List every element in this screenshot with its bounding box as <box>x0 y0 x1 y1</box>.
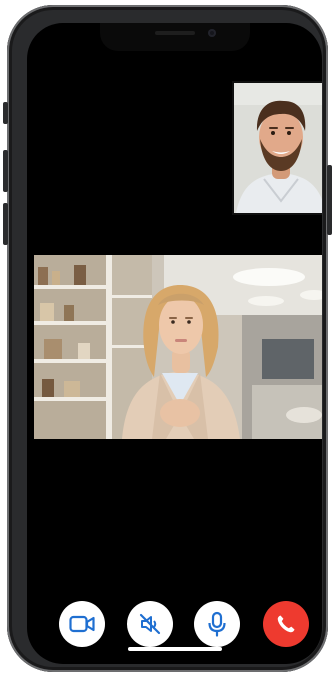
speaker-toggle-button[interactable] <box>127 601 173 647</box>
end-call-icon <box>277 615 295 633</box>
remote-video-tile[interactable] <box>34 255 322 439</box>
volume-up-button <box>3 150 8 192</box>
microphone-toggle-button[interactable] <box>194 601 240 647</box>
self-video-feed <box>234 83 322 213</box>
volume-down-button <box>3 203 8 245</box>
video-toggle-button[interactable] <box>59 601 105 647</box>
call-controls-bar <box>59 601 309 647</box>
self-video-tile[interactable] <box>232 81 322 215</box>
end-call-button[interactable] <box>263 601 309 647</box>
earpiece-speaker <box>155 31 195 35</box>
speaker-muted-icon <box>139 613 161 635</box>
home-indicator[interactable] <box>128 647 222 651</box>
phone-frame <box>7 5 328 672</box>
silent-switch <box>3 102 8 124</box>
remote-video-feed <box>34 255 322 439</box>
front-camera <box>208 29 216 37</box>
video-camera-icon <box>69 615 95 633</box>
phone-screen <box>27 23 322 664</box>
microphone-icon <box>208 611 226 637</box>
notch <box>100 23 250 51</box>
power-button <box>327 165 332 235</box>
